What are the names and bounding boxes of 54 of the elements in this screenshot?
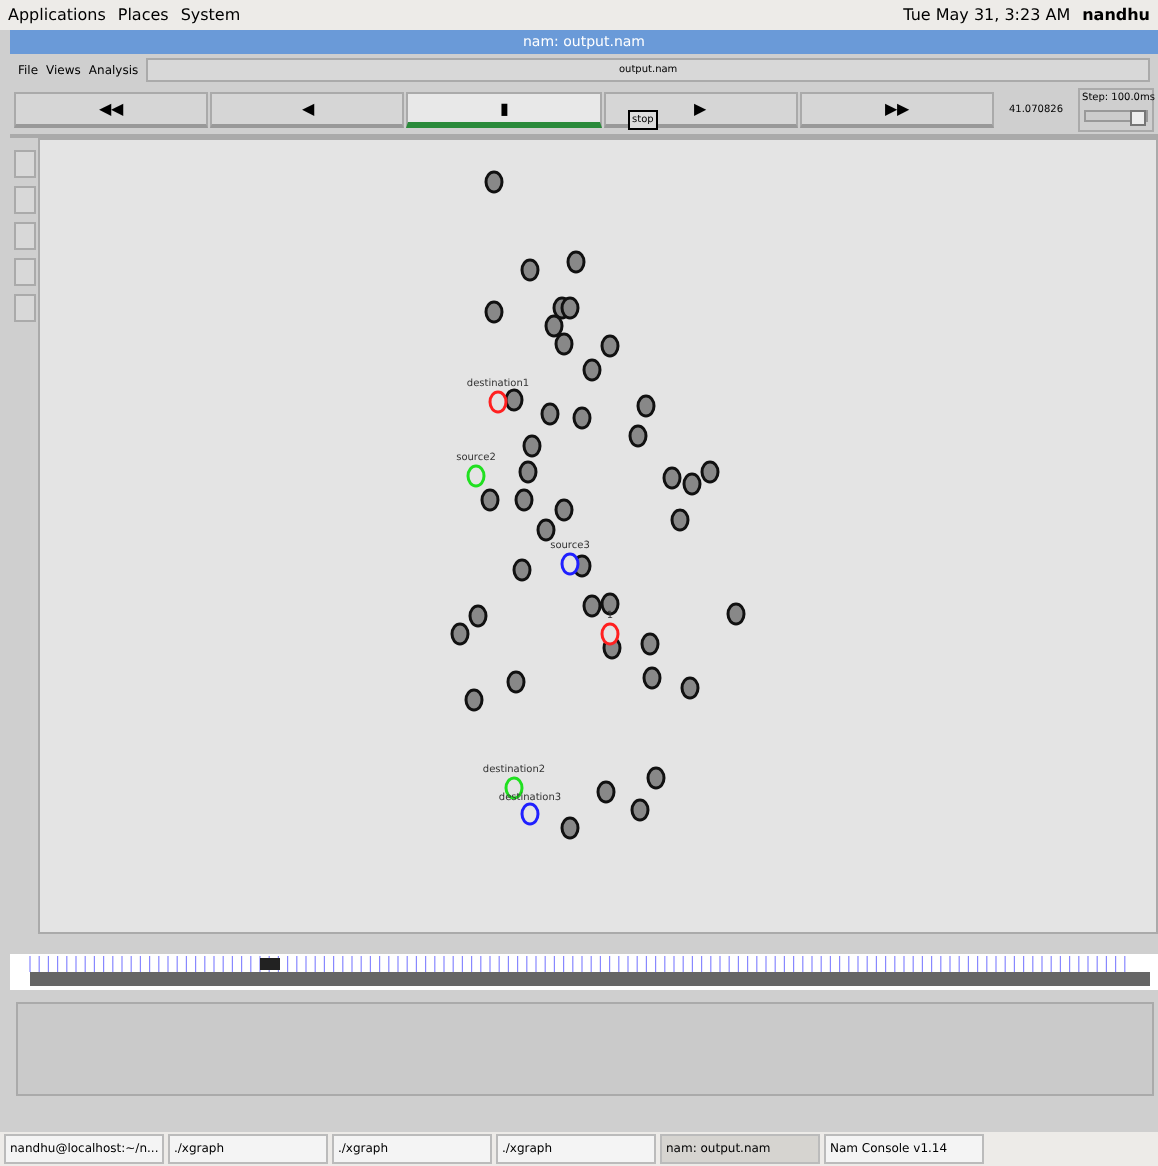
step-slider-thumb[interactable] [1129, 110, 1146, 126]
network-node [518, 460, 538, 484]
network-node [582, 358, 602, 382]
zoom-button[interactable] [13, 150, 35, 178]
network-node [484, 300, 504, 324]
network-node [636, 394, 656, 418]
playback-button[interactable]: ▮ [406, 92, 602, 128]
network-node [662, 466, 682, 490]
network-node [514, 488, 534, 512]
network-node [450, 622, 470, 646]
network-node [522, 434, 542, 458]
panel-menu[interactable]: Applications [8, 6, 106, 24]
network-node [480, 488, 500, 512]
playback-button[interactable]: ◀◀ [14, 92, 209, 128]
network-node [468, 604, 488, 628]
network-node [536, 518, 556, 542]
network-node [582, 594, 602, 618]
network-node [520, 258, 540, 282]
zoom-button[interactable] [13, 258, 35, 286]
network-node [640, 632, 660, 656]
zoom-button[interactable] [13, 222, 35, 250]
network-node [554, 332, 574, 356]
network-node [566, 250, 586, 274]
network-node [600, 592, 620, 616]
network-node [572, 406, 592, 430]
network-node [596, 780, 616, 804]
network-node [680, 676, 700, 700]
network-node [554, 498, 574, 522]
network-node [670, 508, 690, 532]
network-node [544, 314, 564, 338]
panel-menu[interactable]: System [180, 6, 241, 24]
network-node [646, 766, 666, 790]
panel-menu[interactable]: Places [117, 6, 169, 24]
network-node [628, 424, 648, 448]
network-node [506, 670, 526, 694]
network-node [630, 798, 650, 822]
playback-button[interactable]: ◀ [210, 92, 405, 128]
network-node [512, 558, 532, 582]
zoom-button[interactable] [13, 186, 35, 214]
network-node [504, 388, 524, 412]
zoom-button[interactable] [13, 294, 35, 322]
user-name: nandhu [1082, 6, 1150, 24]
network-node [600, 334, 620, 358]
clock: Tue May 31, 3:23 AM [903, 6, 1071, 24]
network-node [560, 816, 580, 840]
network-node [700, 460, 720, 484]
network-node [540, 402, 560, 426]
network-node [560, 296, 580, 320]
network-node [642, 666, 662, 690]
network-node [484, 170, 504, 194]
playback-button[interactable]: ▶▶ [799, 92, 995, 128]
network-node [726, 602, 746, 626]
network-node [464, 688, 484, 712]
network-node [682, 472, 702, 496]
